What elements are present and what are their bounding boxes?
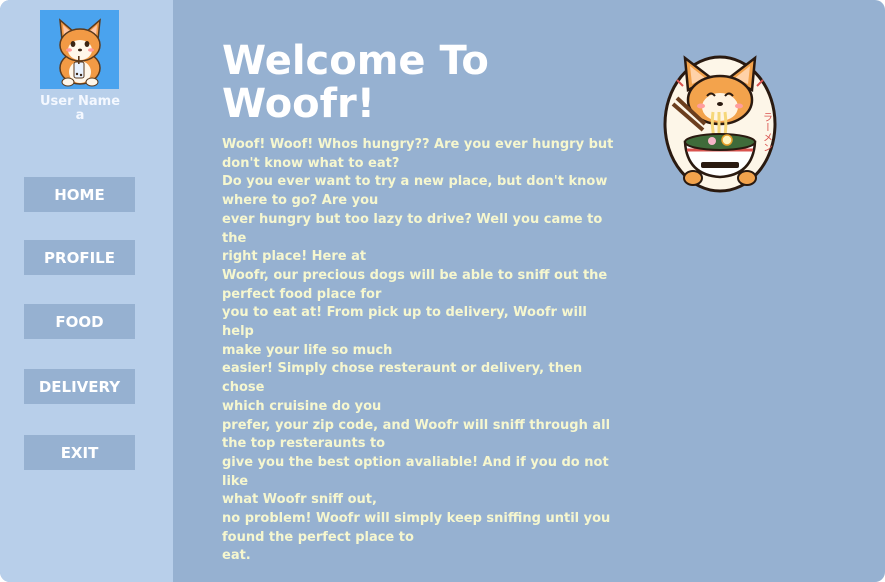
profile-button[interactable]: PROFILE xyxy=(24,240,135,275)
food-button[interactable]: FOOD xyxy=(24,304,135,339)
welcome-text-line: Do you ever want to try a new place, but… xyxy=(222,174,608,190)
title-line-2: Woofr! xyxy=(222,81,376,127)
welcome-text-line: don't know what to eat? xyxy=(222,155,400,171)
exit-button[interactable]: EXIT xyxy=(24,435,135,470)
page-title: Welcome To Woofr! xyxy=(222,40,522,126)
welcome-text-line: what Woofr sniff out, xyxy=(222,492,377,508)
home-button[interactable]: HOME xyxy=(24,177,135,212)
welcome-text-line: ever hungry but too lazy to drive? Well … xyxy=(222,211,603,246)
mascot-logo: ラーメン xyxy=(663,50,778,195)
welcome-text-line: Woof! Woof! Whos hungry?? Are you ever h… xyxy=(222,137,614,152)
avatar xyxy=(40,10,119,89)
app-window: User Name a HOME PROFILE FOOD DELIVERY E… xyxy=(0,0,885,582)
welcome-text-line: perfect food place for xyxy=(222,286,382,302)
user-name: User Name a xyxy=(20,95,140,123)
welcome-text-line: where to go? Are you xyxy=(222,193,379,209)
welcome-text-line: easier! Simply chose resteraunt or deliv… xyxy=(222,361,583,396)
welcome-text-line: the top resteraunts to xyxy=(222,436,386,452)
user-name-value: a xyxy=(75,108,85,123)
mascot-text: ラーメン xyxy=(761,112,772,152)
delivery-button[interactable]: DELIVERY xyxy=(24,369,135,404)
welcome-text-line: found the perfect place to xyxy=(222,529,414,545)
welcome-text-line: give you the best option avaliable! And … xyxy=(222,454,609,489)
welcome-text-line: eat. xyxy=(222,548,251,564)
title-line-1: Welcome To xyxy=(222,38,489,84)
corgi-boba-avatar-icon xyxy=(40,10,119,89)
welcome-text-line: which cruisine do you xyxy=(222,398,382,414)
welcome-text-line: make your life so much xyxy=(222,342,393,358)
welcome-text-line: prefer, your zip code, and Woofr will sn… xyxy=(222,417,611,433)
welcome-text-line: you to eat at! From pick up to delivery,… xyxy=(222,305,587,340)
welcome-text-line: right place! Here at xyxy=(222,249,367,265)
welcome-text-line: Woofr, our precious dogs will be able to… xyxy=(222,267,608,283)
user-name-label: User Name xyxy=(39,94,121,109)
welcome-description: Woof! Woof! Whos hungry?? Are you ever h… xyxy=(222,136,617,566)
sidebar: User Name a HOME PROFILE FOOD DELIVERY E… xyxy=(0,0,173,582)
corgi-ramen-logo-icon: ラーメン xyxy=(663,55,777,193)
welcome-text-line: no problem! Woofr will simply keep sniff… xyxy=(222,511,611,527)
